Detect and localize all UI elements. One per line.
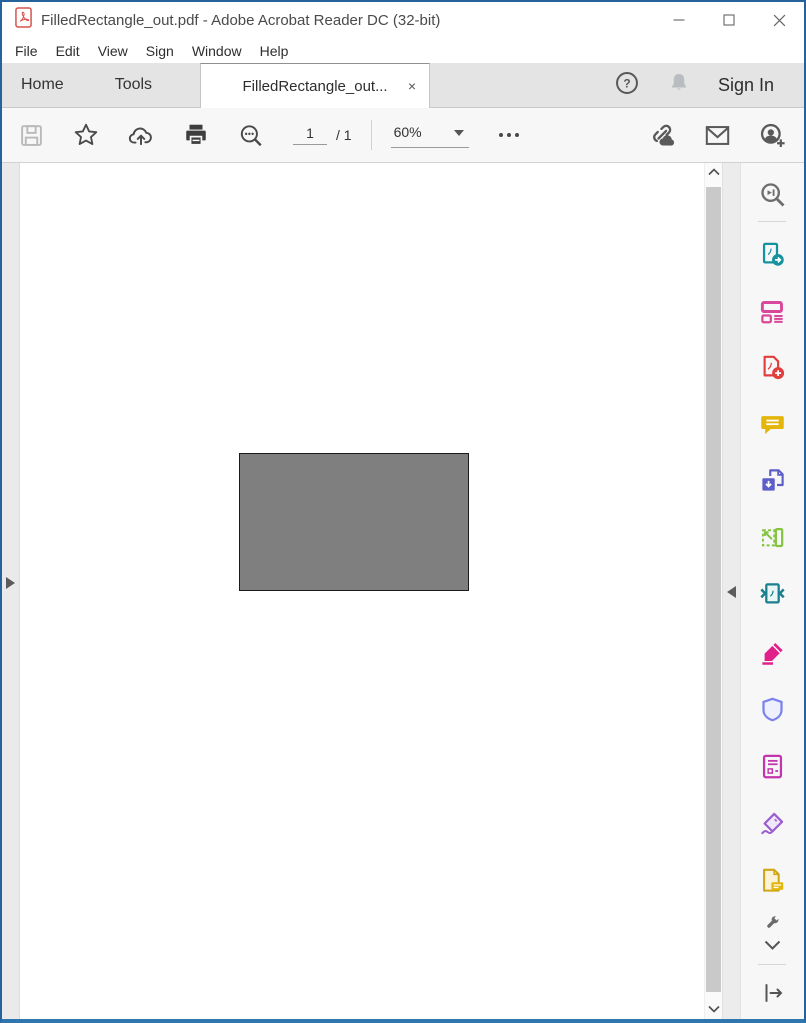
menu-window[interactable]: Window bbox=[183, 43, 251, 59]
window-controls bbox=[654, 2, 804, 38]
help-icon[interactable]: ? bbox=[614, 70, 640, 101]
zoom-dropdown[interactable]: 60% bbox=[391, 123, 469, 148]
menu-view[interactable]: View bbox=[89, 43, 137, 59]
svg-text:?: ? bbox=[623, 76, 630, 90]
tab-close-icon[interactable]: × bbox=[408, 79, 416, 93]
expand-tools-pane-icon[interactable] bbox=[758, 978, 788, 1008]
page-count-label: / 1 bbox=[336, 127, 352, 143]
chevron-down-icon bbox=[454, 123, 464, 141]
tab-document-label: FilledRectangle_out... bbox=[243, 78, 388, 95]
menu-sign[interactable]: Sign bbox=[137, 43, 183, 59]
scan-ocr-icon[interactable] bbox=[758, 522, 788, 552]
scroll-up-icon[interactable] bbox=[705, 168, 722, 176]
toolbar: / 1 60% bbox=[2, 108, 804, 163]
menu-bar: File Edit View Sign Window Help bbox=[2, 38, 804, 63]
expand-nav-pane-icon[interactable] bbox=[6, 577, 15, 589]
comment-icon[interactable] bbox=[758, 409, 788, 439]
window-title: FilledRectangle_out.pdf - Adobe Acrobat … bbox=[41, 12, 440, 29]
star-icon[interactable] bbox=[73, 122, 99, 148]
content-area bbox=[2, 163, 804, 1019]
combine-files-icon[interactable] bbox=[758, 465, 788, 495]
sign-in-button[interactable]: Sign In bbox=[718, 75, 774, 96]
protect-icon[interactable] bbox=[758, 694, 788, 724]
export-pdf-icon[interactable] bbox=[758, 239, 788, 269]
maximize-icon[interactable] bbox=[704, 2, 754, 38]
send-for-comments-icon[interactable] bbox=[758, 865, 788, 895]
search-tools-icon[interactable] bbox=[758, 180, 788, 210]
vertical-scrollbar[interactable] bbox=[704, 163, 722, 1019]
search-icon[interactable] bbox=[238, 122, 264, 148]
zoom-level-value: 60% bbox=[394, 124, 422, 140]
collapse-tools-pane-icon[interactable] bbox=[727, 586, 736, 598]
filled-rectangle-shape bbox=[239, 453, 469, 591]
notification-bell-icon[interactable] bbox=[667, 71, 691, 100]
tools-pane-edge-strip bbox=[722, 163, 740, 1019]
cloud-upload-icon[interactable] bbox=[128, 122, 154, 148]
share-link-icon[interactable] bbox=[648, 121, 676, 149]
navigation-pane-strip bbox=[2, 163, 20, 1019]
more-tools-wrench-icon[interactable] bbox=[763, 913, 783, 933]
print-icon[interactable] bbox=[183, 122, 209, 148]
more-options-icon[interactable] bbox=[496, 122, 522, 148]
tab-document[interactable]: FilledRectangle_out... × bbox=[200, 63, 430, 108]
page-number-input[interactable] bbox=[293, 125, 327, 145]
tools-sidebar bbox=[740, 163, 804, 1019]
certificates-icon[interactable] bbox=[758, 808, 788, 838]
menu-help[interactable]: Help bbox=[251, 43, 298, 59]
email-icon[interactable] bbox=[703, 121, 731, 149]
create-pdf-icon[interactable] bbox=[758, 352, 788, 382]
sidebar-separator bbox=[758, 964, 786, 965]
close-icon[interactable] bbox=[754, 2, 804, 38]
minimize-icon[interactable] bbox=[654, 2, 704, 38]
edit-pdf-icon[interactable] bbox=[758, 296, 788, 326]
tab-bar-right-cluster: ? Sign In bbox=[614, 63, 804, 107]
prepare-form-icon[interactable] bbox=[758, 751, 788, 781]
tab-bar: Home Tools FilledRectangle_out... × ? Si… bbox=[2, 63, 804, 108]
account-add-icon[interactable] bbox=[758, 121, 786, 149]
tab-tools[interactable]: Tools bbox=[96, 63, 171, 107]
acrobat-reader-window: FilledRectangle_out.pdf - Adobe Acrobat … bbox=[0, 0, 806, 1023]
save-icon[interactable] bbox=[18, 122, 44, 148]
more-tools-chevron-down-icon[interactable] bbox=[763, 937, 783, 953]
pdf-file-icon bbox=[15, 7, 32, 33]
menu-edit[interactable]: Edit bbox=[47, 43, 89, 59]
fill-sign-icon[interactable] bbox=[758, 637, 788, 667]
scroll-down-icon[interactable] bbox=[705, 1005, 722, 1013]
scrollbar-thumb[interactable] bbox=[706, 187, 721, 992]
title-bar: FilledRectangle_out.pdf - Adobe Acrobat … bbox=[2, 2, 804, 38]
toolbar-separator bbox=[371, 120, 372, 150]
pdf-page bbox=[20, 163, 704, 1019]
sidebar-separator bbox=[758, 221, 786, 222]
tab-home[interactable]: Home bbox=[2, 63, 83, 107]
compress-pdf-icon[interactable] bbox=[758, 579, 788, 609]
menu-file[interactable]: File bbox=[6, 43, 47, 59]
